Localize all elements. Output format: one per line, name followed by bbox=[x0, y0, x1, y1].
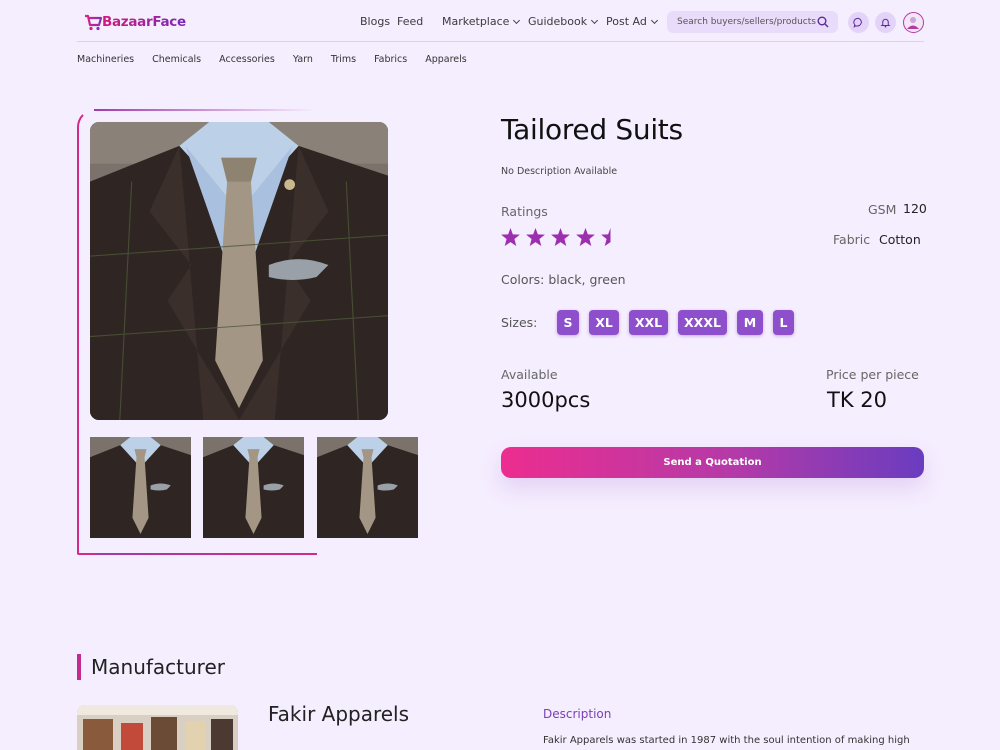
nav-marketplace[interactable]: Marketplace bbox=[442, 15, 521, 28]
star-icon bbox=[551, 228, 570, 246]
chevron-down-icon bbox=[591, 16, 599, 24]
size-option-xl[interactable]: XL bbox=[589, 310, 619, 335]
manufacturer-image[interactable] bbox=[77, 705, 238, 750]
manufacturer-description-heading: Description bbox=[543, 707, 612, 721]
gallery-frame-bottom bbox=[96, 553, 318, 555]
star-icon bbox=[526, 228, 545, 246]
chevron-down-icon bbox=[513, 16, 521, 24]
manufacturer-description: Fakir Apparels was started in 1987 with … bbox=[543, 735, 910, 746]
category-bar: Machineries Chemicals Accessories Yarn T… bbox=[77, 54, 485, 65]
chevron-down-icon bbox=[650, 16, 658, 24]
size-option-xxxl[interactable]: XXXL bbox=[678, 310, 727, 335]
gsm-label: GSM bbox=[868, 202, 897, 217]
available-value: 3000pcs bbox=[501, 388, 591, 412]
category-accessories[interactable]: Accessories bbox=[219, 54, 275, 65]
suit-image bbox=[90, 122, 388, 420]
suit-thumbnail-image bbox=[90, 437, 191, 538]
suit-thumbnail-image bbox=[317, 437, 418, 538]
search-placeholder: Search buyers/sellers/products bbox=[677, 17, 816, 27]
product-description: No Description Available bbox=[501, 166, 618, 177]
category-machineries[interactable]: Machineries bbox=[77, 54, 134, 65]
chat-button[interactable] bbox=[848, 12, 869, 33]
category-apparels[interactable]: Apparels bbox=[425, 54, 467, 65]
manufacturer-name: Fakir Apparels bbox=[268, 702, 410, 726]
nav-feed[interactable]: Feed bbox=[397, 15, 423, 28]
bell-icon bbox=[880, 18, 891, 28]
suit-thumbnail-image bbox=[203, 437, 304, 538]
sizes-label: Sizes: bbox=[501, 315, 538, 330]
fabric-label: Fabric bbox=[833, 232, 871, 247]
rating-stars bbox=[501, 228, 620, 246]
search-input[interactable]: Search buyers/sellers/products bbox=[667, 11, 838, 33]
manufacturer-heading: Manufacturer bbox=[91, 655, 225, 679]
gallery-frame-top bbox=[94, 109, 316, 111]
user-avatar[interactable] bbox=[903, 12, 924, 33]
fabric-value: Cotton bbox=[879, 232, 921, 247]
nav-post-ad[interactable]: Post Ad bbox=[606, 15, 658, 28]
logo-text: BazaarFace bbox=[102, 14, 186, 30]
product-title: Tailored Suits bbox=[501, 113, 683, 146]
store-image bbox=[77, 705, 238, 750]
search-icon[interactable] bbox=[817, 16, 829, 28]
product-thumbnail[interactable] bbox=[317, 437, 418, 538]
gsm-value: 120 bbox=[903, 201, 927, 216]
product-thumbnail[interactable] bbox=[203, 437, 304, 538]
product-thumbnail[interactable] bbox=[90, 437, 191, 538]
star-icon bbox=[501, 228, 520, 246]
size-option-m[interactable]: M bbox=[737, 310, 763, 335]
cart-logo-icon bbox=[85, 14, 103, 31]
send-quotation-button[interactable]: Send a Quotation bbox=[501, 447, 924, 478]
nav-blogs[interactable]: Blogs bbox=[360, 15, 390, 28]
product-main-image[interactable] bbox=[90, 122, 388, 420]
nav-guidebook[interactable]: Guidebook bbox=[528, 15, 599, 28]
chat-icon bbox=[853, 17, 862, 28]
section-accent-bar bbox=[77, 654, 81, 680]
top-navbar: BazaarFace Blogs Feed Marketplace Guideb… bbox=[77, 0, 924, 42]
size-option-s[interactable]: S bbox=[557, 310, 579, 335]
category-trims[interactable]: Trims bbox=[331, 54, 356, 65]
ratings-label: Ratings bbox=[501, 204, 548, 219]
price-value: TK 20 bbox=[827, 388, 887, 412]
size-option-l[interactable]: L bbox=[773, 310, 794, 335]
star-icon bbox=[576, 228, 595, 246]
half-star-icon bbox=[601, 228, 611, 246]
category-yarn[interactable]: Yarn bbox=[293, 54, 313, 65]
category-chemicals[interactable]: Chemicals bbox=[152, 54, 201, 65]
colors-text: Colors: black, green bbox=[501, 272, 626, 287]
available-label: Available bbox=[501, 367, 558, 382]
category-fabrics[interactable]: Fabrics bbox=[374, 54, 407, 65]
avatar-icon bbox=[907, 17, 919, 29]
logo[interactable]: BazaarFace bbox=[83, 12, 186, 32]
price-label: Price per piece bbox=[826, 367, 919, 382]
size-option-xxl[interactable]: XXL bbox=[629, 310, 668, 335]
notifications-button[interactable] bbox=[875, 12, 896, 33]
